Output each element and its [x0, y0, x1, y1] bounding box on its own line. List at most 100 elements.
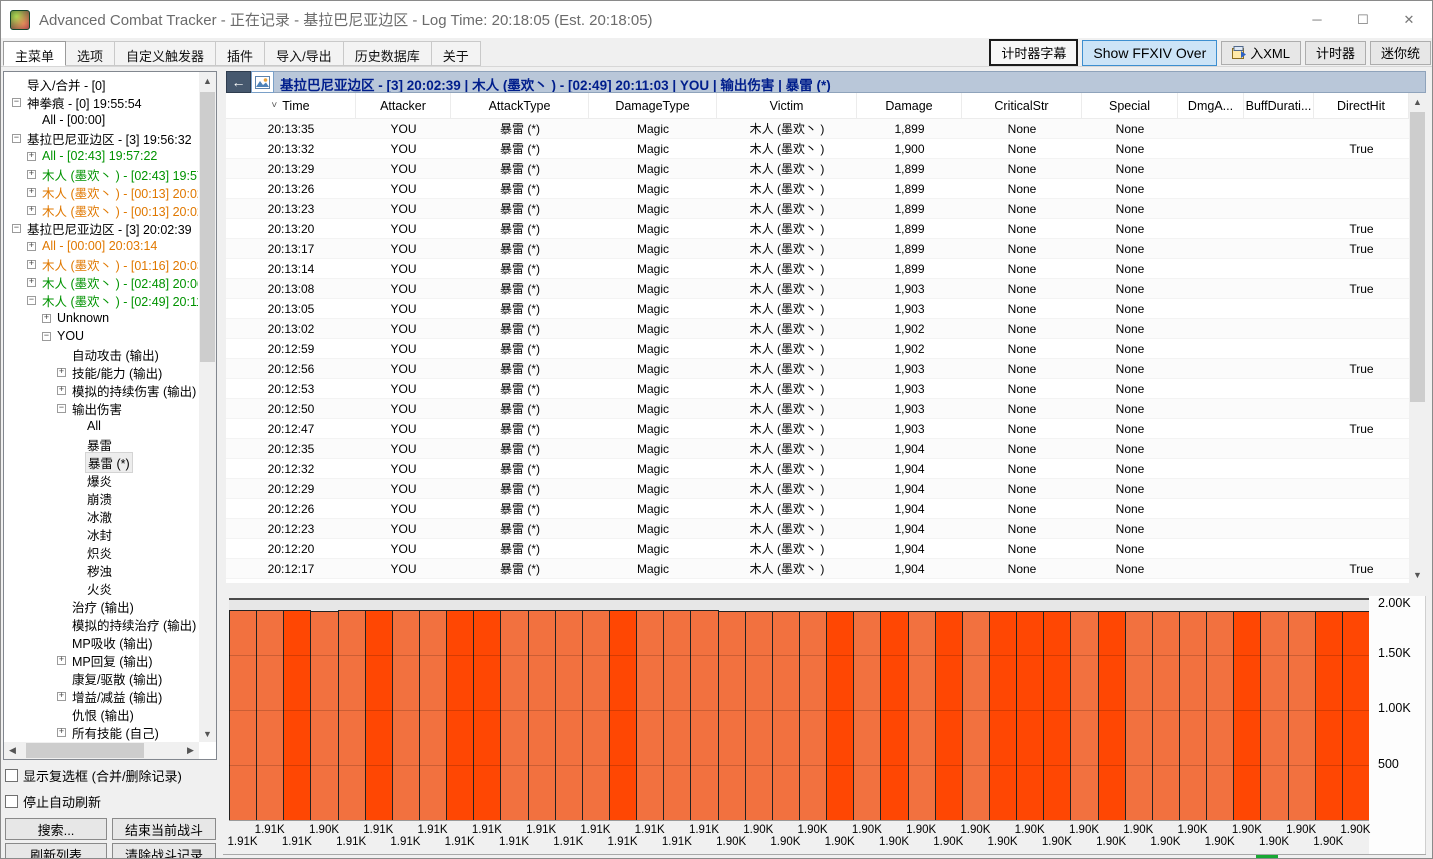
column-header-dmg-a[interactable]: DmgA...	[1178, 93, 1244, 118]
table-row[interactable]: 20:12:29 YOU 暴雷 (*) Magic 木人 (墨欢丶 ) 1,904 None…	[226, 479, 1409, 499]
checkbox-icon[interactable]	[5, 795, 18, 808]
column-header-special[interactable]: Special	[1082, 93, 1178, 118]
toolbar-button-2[interactable]: Show FFXIV Over	[1082, 39, 1218, 66]
table-row[interactable]: 20:13:26 YOU 暴雷 (*) Magic 木人 (墨欢丶 ) 1,899 None…	[226, 179, 1409, 199]
clear-encounters-button[interactable]: 清除战斗记录	[112, 843, 216, 858]
tree-item[interactable]: + 木人 (墨欢丶 ) - [02:43] 19:57	[5, 165, 198, 183]
expand-plus-icon[interactable]: +	[57, 691, 66, 701]
table-row[interactable]: 20:13:14 YOU 暴雷 (*) Magic 木人 (墨欢丶 ) 1,899 None…	[226, 259, 1409, 279]
tree-item[interactable]: 自动攻击 (输出)	[5, 345, 198, 363]
column-header-damage[interactable]: Damage	[857, 93, 962, 118]
menu-tab-6[interactable]: 历史数据库	[343, 41, 432, 66]
scroll-up-icon[interactable]: ▲	[199, 72, 216, 89]
tree-item[interactable]: 炽炎	[5, 543, 198, 561]
table-row[interactable]: 20:13:17 YOU 暴雷 (*) Magic 木人 (墨欢丶 ) 1,899 None…	[226, 239, 1409, 259]
table-row[interactable]: 20:12:32 YOU 暴雷 (*) Magic 木人 (墨欢丶 ) 1,904 None…	[226, 459, 1409, 479]
close-button[interactable]: ✕	[1386, 1, 1432, 38]
scroll-down-icon[interactable]: ▼	[199, 725, 216, 742]
menu-tab-4[interactable]: 插件	[216, 41, 266, 66]
table-row[interactable]: 20:12:26 YOU 暴雷 (*) Magic 木人 (墨欢丶 ) 1,904 None…	[226, 499, 1409, 519]
tree-item[interactable]: + 木人 (墨欢丶 ) - [00:13] 20:02	[5, 183, 198, 201]
menu-tab-5[interactable]: 导入/导出	[265, 41, 344, 66]
table-row[interactable]: 20:13:05 YOU 暴雷 (*) Magic 木人 (墨欢丶 ) 1,903 None…	[226, 299, 1409, 319]
expand-plus-icon[interactable]: +	[27, 151, 36, 161]
expand-plus-icon[interactable]: +	[57, 727, 66, 737]
expand-plus-icon[interactable]: +	[57, 385, 66, 395]
expand-plus-icon[interactable]: +	[57, 655, 66, 665]
expand-plus-icon[interactable]: +	[27, 169, 36, 179]
column-header-buff-duration[interactable]: BuffDurati...	[1244, 93, 1314, 118]
tree-item[interactable]: − YOU	[5, 327, 198, 345]
expand-plus-icon[interactable]: +	[27, 277, 36, 287]
toolbar-button-5[interactable]: 迷你统	[1369, 40, 1431, 65]
tree-scrollbar-thumb[interactable]	[200, 92, 215, 362]
toolbar-button-4[interactable]: 计时器	[1304, 40, 1366, 65]
tree-item[interactable]: − 木人 (墨欢丶 ) - [02:49] 20:11	[5, 291, 198, 309]
collapse-minus-icon[interactable]: −	[12, 97, 21, 107]
tree-item[interactable]: 模拟的持续治疗 (输出)	[5, 615, 198, 633]
collapse-minus-icon[interactable]: −	[12, 223, 21, 233]
search-button[interactable]: 搜索...	[5, 818, 107, 840]
tree-item[interactable]: − 神拳痕 - [0] 19:55:54	[5, 93, 198, 111]
tree-item[interactable]: 导入/合并 - [0]	[5, 75, 198, 93]
table-row[interactable]: 20:13:35 YOU 暴雷 (*) Magic 木人 (墨欢丶 ) 1,899 None…	[226, 119, 1409, 139]
table-row[interactable]: 20:12:59 YOU 暴雷 (*) Magic 木人 (墨欢丶 ) 1,902 None…	[226, 339, 1409, 359]
expand-plus-icon[interactable]: +	[27, 205, 36, 215]
column-header-time[interactable]: ˅ Time	[226, 93, 356, 118]
expand-plus-icon[interactable]: +	[42, 313, 51, 323]
menu-tab-7[interactable]: 关于	[431, 41, 481, 66]
tree-item[interactable]: 秽浊	[5, 561, 198, 579]
tree-item[interactable]: − 输出伤害	[5, 399, 198, 417]
table-row[interactable]: 20:12:47 YOU 暴雷 (*) Magic 木人 (墨欢丶 ) 1,903 None…	[226, 419, 1409, 439]
tree-item[interactable]: 暴雷 (*)	[5, 451, 198, 473]
tree-item[interactable]: − 基拉巴尼亚边区 - [3] 19:56:32	[5, 129, 198, 147]
tree-item[interactable]: 崩溃	[5, 489, 198, 507]
collapse-minus-icon[interactable]: −	[42, 331, 51, 341]
collapse-minus-icon[interactable]: −	[57, 403, 66, 413]
tree-item[interactable]: + All - [00:00] 20:03:14	[5, 237, 198, 255]
tree-item[interactable]: + Unknown	[5, 309, 198, 327]
tree-item[interactable]: + 木人 (墨欢丶 ) - [01:16] 20:03	[5, 255, 198, 273]
tree-item[interactable]: MP吸收 (输出)	[5, 633, 198, 651]
column-header-critical-str[interactable]: CriticalStr	[962, 93, 1082, 118]
tree-horizontal-scrollbar[interactable]: ◀ ▶	[4, 742, 199, 759]
table-row[interactable]: 20:12:23 YOU 暴雷 (*) Magic 木人 (墨欢丶 ) 1,904 None…	[226, 519, 1409, 539]
scroll-left-icon[interactable]: ◀	[4, 742, 21, 759]
tree-item[interactable]: 冰澈	[5, 507, 198, 525]
table-row[interactable]: 20:13:32 YOU 暴雷 (*) Magic 木人 (墨欢丶 ) 1,900 None…	[226, 139, 1409, 159]
refresh-list-button[interactable]: 刷新列表	[5, 843, 107, 858]
tree-item[interactable]: All	[5, 417, 198, 435]
table-row[interactable]: 20:12:50 YOU 暴雷 (*) Magic 木人 (墨欢丶 ) 1,903 None…	[226, 399, 1409, 419]
show-checkboxes-option[interactable]: 显示复选框 (合并/删除记录)	[5, 766, 217, 785]
table-row[interactable]: 20:12:35 YOU 暴雷 (*) Magic 木人 (墨欢丶 ) 1,904 None…	[226, 439, 1409, 459]
column-header-victim[interactable]: Victim	[717, 93, 857, 118]
table-row[interactable]: 20:13:02 YOU 暴雷 (*) Magic 木人 (墨欢丶 ) 1,902 None…	[226, 319, 1409, 339]
tree-item[interactable]: − 基拉巴尼亚边区 - [3] 20:02:39	[5, 219, 198, 237]
expand-plus-icon[interactable]: +	[27, 259, 36, 269]
tree-item[interactable]: 仇恨 (输出)	[5, 705, 198, 723]
menu-tab-3[interactable]: 自定义触发器	[115, 41, 217, 66]
table-row[interactable]: 20:12:17 YOU 暴雷 (*) Magic 木人 (墨欢丶 ) 1,904 None…	[226, 559, 1409, 579]
table-row[interactable]: 20:12:53 YOU 暴雷 (*) Magic 木人 (墨欢丶 ) 1,903 None…	[226, 379, 1409, 399]
table-scrollbar-thumb[interactable]	[1410, 112, 1425, 402]
tree-item[interactable]: + 增益/减益 (输出)	[5, 687, 198, 705]
expand-plus-icon[interactable]: +	[27, 241, 36, 251]
minimize-button[interactable]: ─	[1294, 1, 1340, 38]
tree-item[interactable]: + All - [02:43] 19:57:22	[5, 147, 198, 165]
graph-view-icon[interactable]	[251, 71, 274, 93]
tree-item[interactable]: + 技能/能力 (输出)	[5, 363, 198, 381]
tree-item[interactable]: 火炎	[5, 579, 198, 597]
table-row[interactable]: 20:12:56 YOU 暴雷 (*) Magic 木人 (墨欢丶 ) 1,903 None…	[226, 359, 1409, 379]
tree-item[interactable]: 冰封	[5, 525, 198, 543]
tree-hscrollbar-thumb[interactable]	[26, 743, 144, 758]
column-header-damage-type[interactable]: DamageType	[589, 93, 717, 118]
table-row[interactable]: 20:13:20 YOU 暴雷 (*) Magic 木人 (墨欢丶 ) 1,899 None…	[226, 219, 1409, 239]
tree-item[interactable]: 治疗 (输出)	[5, 597, 198, 615]
tree-item[interactable]: All - [00:00]	[5, 111, 198, 129]
tree-item[interactable]: 康复/驱散 (输出)	[5, 669, 198, 687]
table-row[interactable]: 20:13:23 YOU 暴雷 (*) Magic 木人 (墨欢丶 ) 1,899 None…	[226, 199, 1409, 219]
collapse-minus-icon[interactable]: −	[12, 133, 21, 143]
collapse-minus-icon[interactable]: −	[27, 295, 36, 305]
table-row[interactable]: 20:13:08 YOU 暴雷 (*) Magic 木人 (墨欢丶 ) 1,903 None…	[226, 279, 1409, 299]
expand-plus-icon[interactable]: +	[57, 367, 66, 377]
